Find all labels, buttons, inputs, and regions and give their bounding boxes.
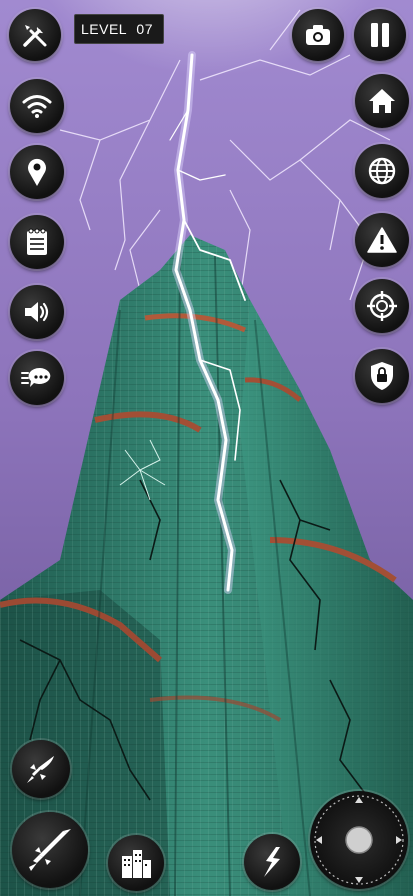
warning-icon — [367, 227, 397, 253]
building-button[interactable] — [108, 835, 164, 891]
home-button[interactable] — [355, 74, 409, 128]
wifi-icon — [22, 95, 52, 118]
notepad-button[interactable] — [10, 215, 64, 269]
rocket-icon — [27, 756, 54, 783]
missile-icon — [29, 829, 71, 871]
shield-lock-icon — [371, 362, 393, 390]
building-icon — [122, 850, 151, 878]
sound-button[interactable] — [10, 285, 64, 339]
lightning-button[interactable] — [244, 834, 300, 890]
tools-icon — [23, 25, 47, 47]
globe-button[interactable] — [355, 144, 409, 198]
globe-icon — [368, 157, 396, 185]
pause-button[interactable] — [354, 9, 406, 61]
level-number: 07 — [136, 21, 153, 37]
camera-button[interactable] — [292, 9, 344, 61]
notepad-icon — [27, 228, 47, 255]
lightning-icon — [264, 847, 280, 877]
camera-icon — [306, 25, 330, 45]
home-icon — [369, 89, 395, 113]
missile-button[interactable] — [12, 812, 88, 888]
chat-icon — [21, 367, 51, 387]
tools-button[interactable] — [9, 9, 61, 61]
wifi-button[interactable] — [10, 79, 64, 133]
rocket-button[interactable] — [12, 740, 70, 798]
level-label: LEVEL — [81, 21, 128, 37]
shield-button[interactable] — [355, 349, 409, 403]
pause-icon — [371, 23, 389, 47]
target-button[interactable] — [355, 279, 409, 333]
warning-button[interactable] — [355, 213, 409, 267]
speaker-icon — [25, 302, 49, 322]
joystick[interactable] — [310, 791, 408, 889]
chat-button[interactable] — [10, 351, 64, 405]
level-indicator: LEVEL 07 — [74, 14, 164, 44]
location-pin-icon — [28, 158, 46, 186]
joystick-icon — [314, 795, 404, 885]
location-button[interactable] — [10, 145, 64, 199]
crosshair-icon — [367, 291, 397, 321]
joystick-knob — [345, 826, 373, 854]
